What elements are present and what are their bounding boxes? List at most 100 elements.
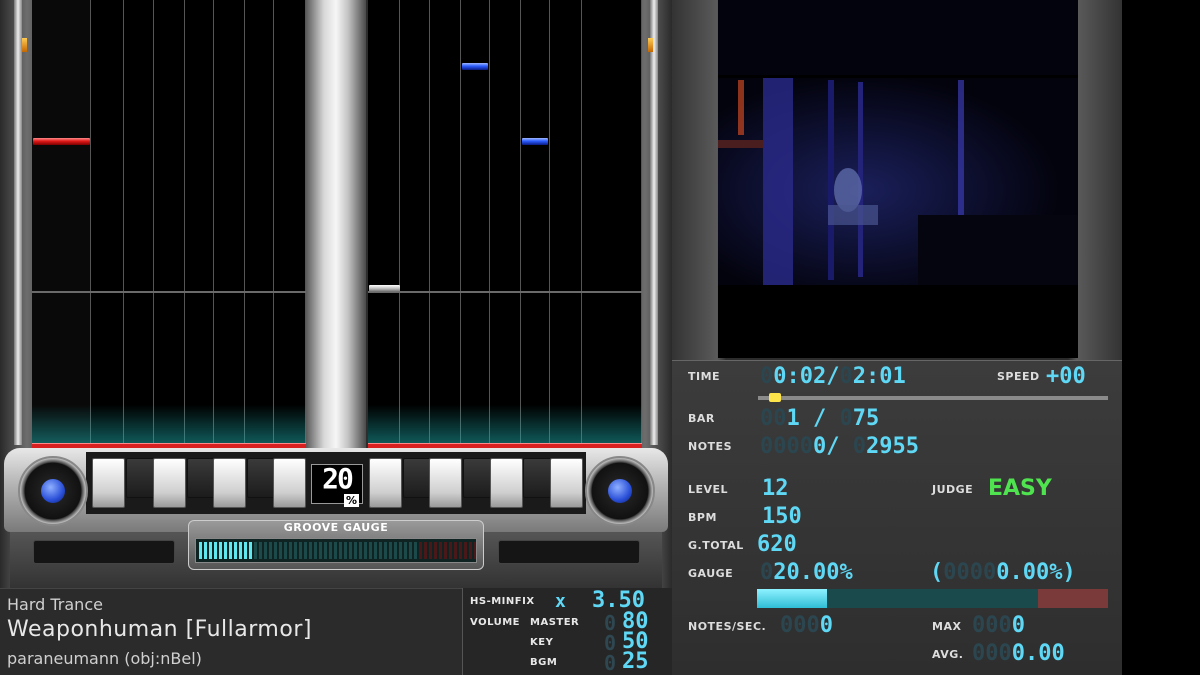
notes-total: 2955 [865, 434, 919, 459]
groove-gauge-segment [384, 542, 387, 559]
groove-gauge-segment [294, 542, 297, 559]
speed-value: +00 [1046, 364, 1086, 389]
key-1p-7 [273, 458, 306, 508]
key-1p-3 [153, 458, 186, 508]
song-progress-bar [758, 396, 1108, 400]
gauge-percent-number: 20 [322, 462, 354, 495]
groove-gauge-segment [319, 542, 322, 559]
measure-line-right [368, 291, 642, 293]
left-indicator [22, 38, 27, 52]
hs-multiplier-icon: x [555, 591, 566, 612]
groove-gauge-segment [214, 542, 217, 559]
master-label: MASTER [530, 617, 580, 628]
groove-gauge-segment [244, 542, 247, 559]
avg-value: 0.00 [1011, 641, 1065, 666]
key-2p-5 [490, 458, 523, 508]
groove-gauge-segment [329, 542, 332, 559]
key-note [462, 63, 488, 70]
groove-gauge-segment [374, 542, 377, 559]
bar-label: BAR [688, 412, 715, 425]
bga-scene [718, 75, 1078, 358]
measure-line-left [32, 291, 306, 293]
groove-gauge-segment [399, 542, 402, 559]
turntable-left-center [41, 479, 65, 503]
max-label: MAX [932, 620, 962, 633]
speed-label: SPEED [997, 370, 1040, 383]
gauge-bar-fill [757, 589, 828, 608]
groove-gauge-segment [364, 542, 367, 559]
key-note [522, 138, 548, 145]
groove-gauge-segment [269, 542, 272, 559]
gauge-bar-clear-zone [1038, 589, 1108, 608]
groove-gauge-segment [454, 542, 457, 559]
right-indicator [648, 38, 653, 52]
time-display: 00:02/02:01 [760, 364, 906, 389]
gauge-bar [757, 589, 1108, 608]
groove-gauge-segment [379, 542, 382, 559]
song-progress-knob [768, 393, 781, 402]
turntable-right [585, 456, 655, 526]
left-rail [14, 0, 22, 445]
groove-gauge-segment [394, 542, 397, 559]
gauge-percent-display: 20 % [311, 462, 363, 507]
groove-gauge-segment [289, 542, 292, 559]
gauge-value: 20.00% [773, 560, 853, 585]
groove-gauge-segment [254, 542, 257, 559]
bpm-value: 150 [762, 504, 802, 529]
notes-display: 00000/ 02955 [760, 434, 919, 459]
groove-gauge-segment [199, 542, 202, 559]
level-label: LEVEL [688, 483, 729, 496]
song-title: Weaponhuman [Fullarmor] [7, 617, 312, 642]
groove-gauge-segment [474, 542, 476, 559]
max-value: 0 [1011, 613, 1025, 638]
judge-label: JUDGE [932, 483, 974, 496]
groove-gauge-segment [444, 542, 447, 559]
groove-gauge-segment [299, 542, 302, 559]
left-slot [33, 540, 175, 564]
groove-gauge-segment [464, 542, 467, 559]
groove-gauge-segment [219, 542, 222, 559]
bgm-volume-value: 25 [622, 649, 649, 674]
gtotal-label: G.TOTAL [688, 539, 744, 552]
gauge-display: 020.00% [760, 560, 853, 585]
song-artist: paraneumann (obj:nBel) [7, 649, 202, 668]
groove-gauge-segment [229, 542, 232, 559]
groove-gauge-segment [369, 542, 372, 559]
groove-gauge-segment [434, 542, 437, 559]
groove-gauge-segment [264, 542, 267, 559]
groove-gauge-segment [414, 542, 417, 559]
key-volume-label: KEY [530, 637, 554, 648]
turntable-left [18, 456, 88, 526]
groove-gauge-segment [354, 542, 357, 559]
turntable-right-center [608, 479, 632, 503]
groove-gauge-segment [349, 542, 352, 559]
groove-gauge-segment [309, 542, 312, 559]
volume-label: VOLUME [470, 617, 520, 628]
groove-gauge-segment [429, 542, 432, 559]
groove-gauge-segment [359, 542, 362, 559]
key-2p-1 [369, 458, 402, 508]
avg-label: AVG. [932, 648, 964, 661]
right-rail [650, 0, 658, 445]
nps-display: 0000 [780, 613, 833, 638]
groove-gauge-segment [259, 542, 262, 559]
key-1p-5 [213, 458, 246, 508]
max-display: 0000 [972, 613, 1025, 638]
groove-gauge-segment [424, 542, 427, 559]
nps-label: NOTES/SEC. [688, 620, 767, 633]
groove-gauge-segment [284, 542, 287, 559]
level-value: 12 [762, 476, 789, 501]
key-note [369, 285, 400, 292]
gauge-best: 0.00% [996, 560, 1063, 585]
right-letterbox [1122, 0, 1200, 675]
groove-gauge-segment [274, 542, 277, 559]
background-animation [718, 0, 1078, 358]
groove-gauge-segment [209, 542, 212, 559]
notes-current: 0 [812, 434, 827, 459]
groove-gauge-segment [239, 542, 242, 559]
nps-value: 0 [819, 613, 833, 638]
key-2p-3 [429, 458, 462, 508]
percent-sign: % [343, 494, 359, 507]
bgm-volume-label: BGM [530, 657, 558, 668]
center-divider [306, 0, 366, 460]
